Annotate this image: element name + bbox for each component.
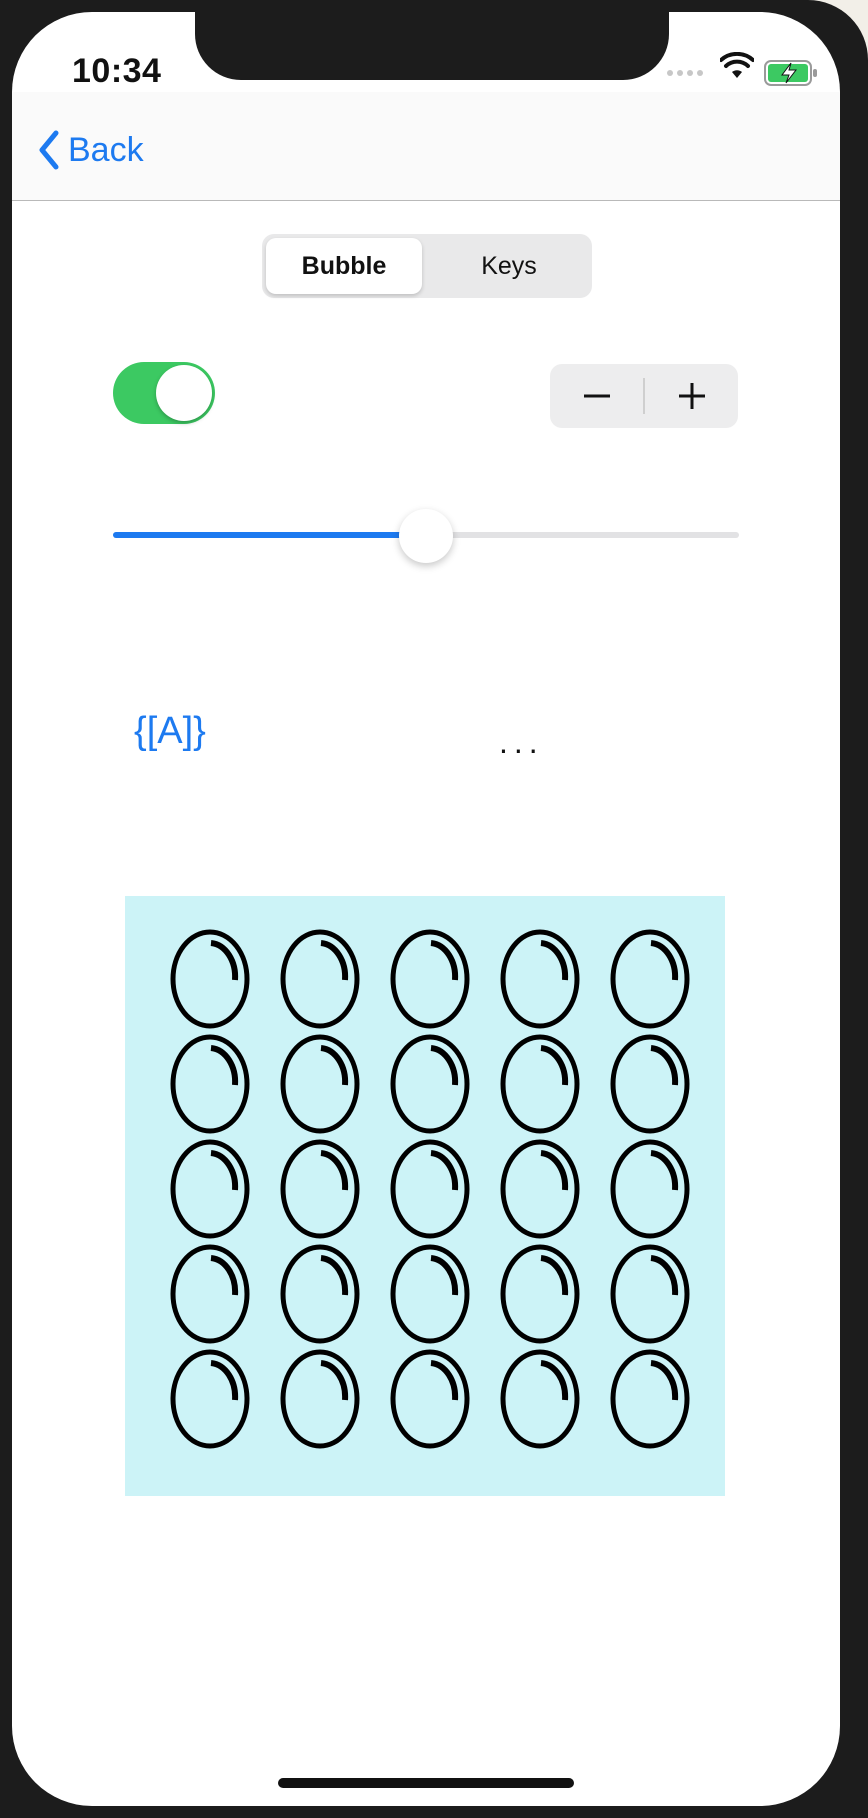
bubble-icon[interactable] — [265, 1346, 375, 1452]
minus-icon — [583, 394, 610, 398]
ellipsis-label: ... — [499, 724, 544, 760]
bubble-icon[interactable] — [155, 1241, 265, 1347]
bubble-icon[interactable] — [595, 1031, 705, 1137]
bubble-icon[interactable] — [155, 926, 265, 1032]
plus-icon — [678, 383, 705, 409]
bubble-icon[interactable] — [595, 1346, 705, 1452]
stepper-increment-button[interactable] — [645, 364, 738, 428]
bubble-icon[interactable] — [595, 1136, 705, 1242]
bubble-icon[interactable] — [485, 926, 595, 1032]
bubble-icon[interactable] — [375, 1241, 485, 1347]
bubble-icon[interactable] — [485, 1136, 595, 1242]
notch — [195, 12, 669, 80]
bubble-icon[interactable] — [375, 1346, 485, 1452]
back-label: Back — [68, 130, 144, 169]
bubble-wrap-area — [125, 896, 725, 1496]
segment-bubble[interactable]: Bubble — [266, 238, 422, 294]
bubble-icon[interactable] — [595, 1241, 705, 1347]
bubble-icon[interactable] — [265, 1136, 375, 1242]
toggle-knob — [156, 365, 212, 421]
battery-charging-icon — [764, 60, 817, 86]
bubble-icon[interactable] — [485, 1031, 595, 1137]
status-time: 10:34 — [72, 52, 162, 90]
home-indicator[interactable] — [278, 1778, 574, 1788]
chevron-left-icon — [39, 130, 59, 170]
segmented-control: Bubble Keys — [262, 234, 592, 298]
slider-fill — [113, 532, 426, 538]
stepper-decrement-button[interactable] — [550, 364, 643, 428]
segment-keys[interactable]: Keys — [430, 238, 588, 294]
stepper — [550, 364, 738, 428]
cellular-signal-icon — [667, 70, 703, 76]
bubble-icon[interactable] — [485, 1241, 595, 1347]
bubble-icon[interactable] — [155, 1346, 265, 1452]
bubble-icon[interactable] — [265, 1031, 375, 1137]
bubble-icon[interactable] — [155, 1136, 265, 1242]
back-button[interactable]: Back — [38, 130, 144, 170]
bubble-icon[interactable] — [265, 1241, 375, 1347]
toggle-switch[interactable] — [113, 362, 215, 424]
device-frame: 10:34 Back Bubble Keys {[A]} ... — [0, 0, 868, 1818]
slider-thumb[interactable] — [399, 509, 453, 563]
bracket-label-button[interactable]: {[A]} — [134, 710, 206, 753]
bubble-icon[interactable] — [485, 1346, 595, 1452]
bubble-icon[interactable] — [375, 1136, 485, 1242]
bubble-icon[interactable] — [375, 1031, 485, 1137]
screen: 10:34 Back Bubble Keys {[A]} ... — [12, 12, 840, 1806]
bubble-icon[interactable] — [155, 1031, 265, 1137]
wifi-icon — [720, 52, 754, 78]
bubble-icon[interactable] — [265, 926, 375, 1032]
bubble-icon[interactable] — [375, 926, 485, 1032]
bubble-grid — [155, 926, 695, 1466]
bubble-icon[interactable] — [595, 926, 705, 1032]
navigation-bar: Back — [12, 92, 840, 201]
